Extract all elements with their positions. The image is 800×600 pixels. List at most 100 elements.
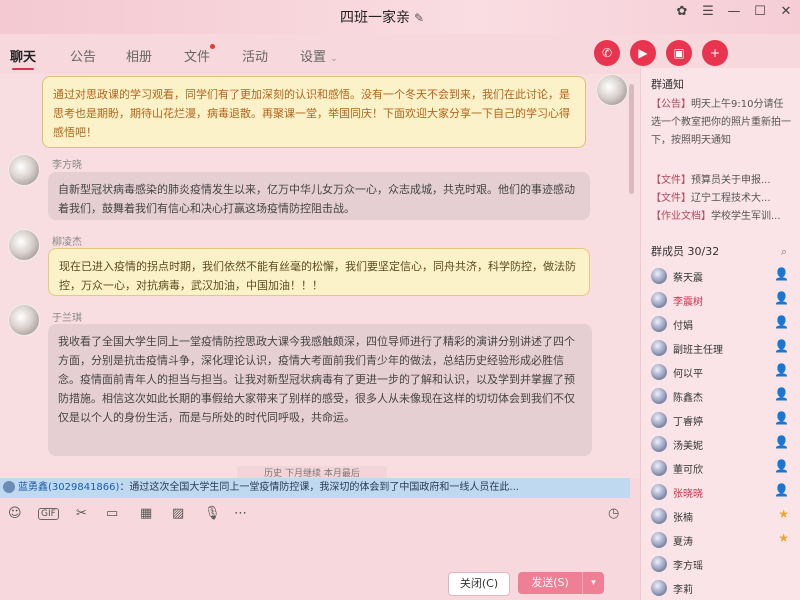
scissors-icon[interactable]: ✂ — [76, 506, 87, 521]
chevron-down-icon[interactable]: ▾ — [583, 572, 604, 594]
announcement-item[interactable]: 【公告】明天上午9:10分请任选一个教室把你的照片重新拍一下，按照明天通知 — [651, 96, 793, 150]
new-badge — [210, 44, 216, 49]
person-icon: 👤 — [774, 315, 789, 329]
sender-name: 柳凌杰 — [52, 237, 82, 248]
sender-name: 于兰琪 — [52, 313, 82, 324]
avatar[interactable] — [8, 154, 40, 186]
person-icon: 👤 — [774, 435, 789, 449]
folder-icon[interactable]: ▭ — [106, 506, 118, 521]
avatar — [651, 316, 667, 332]
member-item[interactable]: 李方瑶 — [651, 554, 793, 574]
message-list[interactable]: 通过对思政课的学习观看，同学们有了更加深刻的认识和感悟。没有一个冬天不会到来，我… — [0, 74, 640, 478]
avatar — [651, 364, 667, 380]
tab-activity[interactable]: 活动 — [242, 46, 268, 65]
member-item[interactable]: 夏涛 ★ — [651, 530, 793, 550]
title-bar: 四班一家亲 ✎ ✿ ☰ — ☐ ✕ — [0, 0, 800, 34]
member-item[interactable]: 陈鑫杰 👤 — [651, 386, 793, 406]
star-icon: ★ — [778, 531, 789, 545]
member-item[interactable]: 张楠 ★ — [651, 506, 793, 526]
avatar — [651, 412, 667, 428]
scrollbar[interactable] — [629, 84, 634, 194]
announcement-item[interactable]: 【文件】辽宁工程技术大... — [651, 190, 793, 208]
minimize-icon[interactable]: — — [726, 4, 742, 19]
skin-icon[interactable]: ✿ — [674, 4, 690, 19]
emoji-icon[interactable]: ☺ — [8, 506, 22, 521]
avatar[interactable] — [596, 74, 628, 106]
announcement-item[interactable]: 【作业文档】学校学生军训... — [651, 208, 793, 226]
avatar — [651, 508, 667, 524]
close-icon[interactable]: ✕ — [778, 4, 794, 19]
image-icon[interactable]: ▦ — [140, 506, 152, 521]
person-icon: 👤 — [774, 411, 789, 425]
avatar — [651, 484, 667, 500]
tab-chat[interactable]: 聊天 — [10, 46, 36, 70]
avatar — [651, 532, 667, 548]
member-item[interactable]: 副班主任理 👤 — [651, 338, 793, 358]
avatar — [651, 388, 667, 404]
window-title[interactable]: 四班一家亲 ✎ — [340, 7, 424, 27]
members-title: 群成员 30/32 — [651, 245, 720, 258]
input-toolbar: ☺ GIF ✂ ▭ ▦ ▨ 🎙 ⋯ ◷ — [0, 500, 630, 528]
tab-settings[interactable]: 设置 ⌄ — [300, 46, 338, 65]
avatar — [651, 460, 667, 476]
sidebar: 群通知 【公告】明天上午9:10分请任选一个教室把你的照片重新拍一下，按照明天通… — [640, 68, 800, 600]
avatar — [651, 268, 667, 284]
person-icon: 👤 — [774, 363, 789, 377]
star-icon: ★ — [778, 507, 789, 521]
member-item[interactable]: 张晓晓 👤 — [651, 482, 793, 502]
send-button[interactable]: 发送(S) ▾ — [518, 572, 604, 594]
person-icon: 👤 — [774, 339, 789, 353]
person-icon: 👤 — [774, 291, 789, 305]
close-button[interactable]: 关闭(C) — [448, 572, 510, 596]
screen-share-icon[interactable]: ▣ — [666, 40, 692, 66]
avatar — [651, 580, 667, 596]
microphone-icon[interactable]: 🎙 — [204, 506, 221, 521]
chat-window: 四班一家亲 ✎ ✿ ☰ — ☐ ✕ 聊天 公告 相册 文件 活动 设置 ⌄ ✆ ▶… — [0, 0, 800, 600]
add-app-icon[interactable]: + — [702, 40, 728, 66]
announcement-item[interactable]: 【文件】预算员关于申报... — [651, 172, 793, 190]
member-item[interactable]: 付娟 👤 — [651, 314, 793, 334]
message-bubble[interactable]: 我收看了全国大学生同上一堂疫情防控思政大课今我感触颇深，四位导师进行了精彩的演讲… — [48, 324, 592, 456]
member-item[interactable]: 董可欣 👤 — [651, 458, 793, 478]
avatar[interactable] — [8, 304, 40, 336]
member-item[interactable]: 丁睿婷 👤 — [651, 410, 793, 430]
avatar — [651, 436, 667, 452]
notice-title: 群通知 — [651, 78, 684, 91]
message-bubble[interactable]: 自新型冠状病毒感染的肺炎疫情发生以来，亿万中华儿女万众一心，众志成城，共克时艰。… — [48, 172, 590, 220]
more-icon[interactable]: ⋯ — [234, 506, 247, 521]
message-bubble[interactable]: 现在已进入疫情的拐点时期，我们依然不能有丝毫的松懈，我们要坚定信心，同舟共济，科… — [48, 248, 590, 296]
gif-icon[interactable]: GIF — [38, 508, 59, 520]
call-buttons: ✆ ▶ ▣ + — [594, 40, 792, 66]
gallery-icon[interactable]: ▨ — [172, 506, 184, 521]
window-controls: ✿ ☰ — ☐ ✕ — [674, 4, 794, 19]
tab-album[interactable]: 相册 — [126, 46, 152, 65]
phone-icon[interactable]: ✆ — [594, 40, 620, 66]
member-item[interactable]: 李震树 👤 — [651, 290, 793, 310]
tab-bar: 聊天 公告 相册 文件 活动 设置 ⌄ — [0, 34, 640, 74]
chevron-down-icon: ⌄ — [330, 54, 338, 64]
avatar — [3, 481, 15, 493]
person-icon: 👤 — [774, 459, 789, 473]
video-icon[interactable]: ▶ — [630, 40, 656, 66]
avatar — [651, 340, 667, 356]
tab-files[interactable]: 文件 — [184, 44, 216, 65]
member-item[interactable]: 何以平 👤 — [651, 362, 793, 382]
message-bubble[interactable]: 通过对思政课的学习观看，同学们有了更加深刻的认识和感悟。没有一个冬天不会到来，我… — [42, 76, 586, 148]
member-item[interactable]: 蔡天震 👤 — [651, 266, 793, 286]
member-item[interactable]: 李莉 — [651, 578, 793, 598]
tab-announcements[interactable]: 公告 — [70, 46, 96, 65]
sender-name: 李方晓 — [52, 160, 82, 171]
pencil-icon[interactable]: ✎ — [414, 11, 424, 25]
avatar — [651, 556, 667, 572]
avatar[interactable] — [8, 229, 40, 261]
menu-icon[interactable]: ☰ — [700, 4, 716, 19]
notice-strip[interactable]: 蓝勇鑫(3029841866)：通过这次全国大学生同上一堂疫情防控课，我深切的体… — [0, 478, 630, 498]
person-icon: 👤 — [774, 387, 789, 401]
avatar — [651, 292, 667, 308]
maximize-icon[interactable]: ☐ — [752, 4, 768, 19]
search-icon[interactable]: ⌕ — [781, 245, 787, 259]
member-item[interactable]: 汤美妮 👤 — [651, 434, 793, 454]
person-icon: 👤 — [774, 267, 789, 281]
person-icon: 👤 — [774, 483, 789, 497]
clock-icon[interactable]: ◷ — [608, 506, 619, 521]
